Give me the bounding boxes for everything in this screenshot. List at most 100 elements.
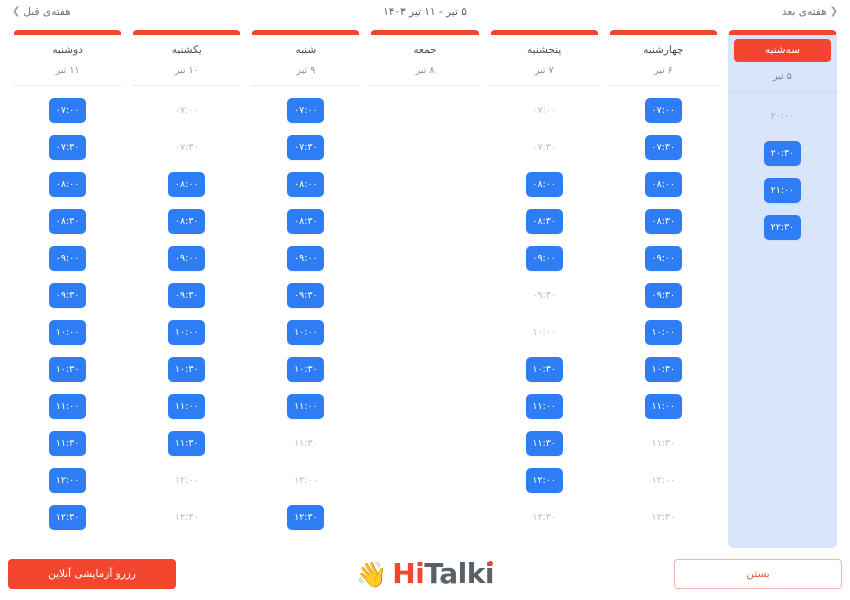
- time-slot-available[interactable]: ۱۱:۳۰: [525, 431, 563, 456]
- time-slot-available[interactable]: ۰۷:۰۰: [49, 98, 87, 123]
- day-name: پنجشنبه: [527, 44, 562, 56]
- time-slot-available[interactable]: ۰۷:۳۰: [287, 135, 325, 160]
- day-header[interactable]: سه‌شنبه ۵ تیر: [727, 35, 837, 92]
- day-name: چهارشنبه: [643, 44, 684, 56]
- time-slot-available[interactable]: ۱۱:۳۰: [49, 431, 87, 456]
- day-header[interactable]: چهارشنبه ۶ تیر: [608, 35, 718, 86]
- time-slot-available[interactable]: ۲۲:۳۰: [763, 215, 801, 240]
- time-slot-available[interactable]: ۰۷:۰۰: [644, 98, 682, 123]
- time-slot-unavailable: ۰۷:۰۰: [532, 104, 556, 116]
- week-range-title: ۵ تیر - ۱۱ تیر ۱۴۰۳: [383, 6, 467, 18]
- time-slot-available[interactable]: ۰۸:۰۰: [168, 172, 206, 197]
- close-button[interactable]: بستن: [674, 559, 842, 589]
- time-slot-available[interactable]: ۰۹:۰۰: [168, 246, 206, 271]
- day-column: جمعه ۸ تیر: [370, 30, 480, 548]
- time-slot-available[interactable]: ۱۰:۰۰: [287, 320, 325, 345]
- time-slot-available[interactable]: ۰۹:۳۰: [49, 283, 87, 308]
- time-slot-available[interactable]: ۰۹:۰۰: [49, 246, 87, 271]
- time-slot-unavailable: ۱۲:۳۰: [174, 511, 199, 523]
- time-slot-available[interactable]: ۰۸:۳۰: [525, 209, 563, 234]
- time-slot-available[interactable]: ۰۹:۳۰: [168, 283, 206, 308]
- time-slot-available[interactable]: ۱۲:۰۰: [525, 468, 563, 493]
- time-slot-available[interactable]: ۰۸:۳۰: [49, 209, 87, 234]
- time-slot-list: ۰۷:۰۰ ۰۷:۳۰ ۰۸:۰۰ ۰۸:۳۰ ۰۹:۰۰ ۰۹:۳۰ ۱۰:۰۰ ۱۰:۳۰…: [251, 86, 360, 548]
- day-name: یکشنبه: [171, 44, 202, 56]
- day-header[interactable]: پنجشنبه ۷ تیر: [489, 35, 599, 86]
- time-slot-available[interactable]: ۱۱:۰۰: [168, 394, 206, 419]
- time-slot-list: ۰۷:۰۰ ۰۷:۳۰ ۰۸:۰۰ ۰۸:۳۰ ۰۹:۰۰ ۰۹:۳۰ ۱۰:۰۰ ۱۰:۳۰…: [609, 86, 718, 548]
- time-slot-available[interactable]: ۱۲:۳۰: [287, 505, 325, 530]
- day-header[interactable]: جمعه ۸ تیر: [370, 35, 480, 86]
- day-name: شنبه: [295, 44, 317, 56]
- day-name: دوشنبه: [52, 44, 83, 56]
- time-slot-unavailable: ۱۱:۳۰: [294, 437, 318, 449]
- day-header[interactable]: دوشنبه ۱۱ تیر: [13, 35, 123, 86]
- time-slot-list: ۲۰:۰۰ ۲۰:۳۰ ۲۱:۰۰ ۲۲:۳۰: [728, 92, 837, 548]
- time-slot-unavailable: ۱۲:۳۰: [532, 511, 556, 523]
- time-slot-available[interactable]: ۰۸:۳۰: [644, 209, 682, 234]
- day-column: یکشنبه ۱۰ تیر ۰۷:۰۰ ۰۷:۳۰ ۰۸:۰۰ ۰۸:۳۰ ۰۹:۰۰ ۰۹:…: [132, 30, 242, 548]
- time-slot-available[interactable]: ۰۹:۰۰: [525, 246, 563, 271]
- day-date: ۹ تیر: [296, 65, 316, 76]
- time-slot-available[interactable]: ۲۰:۳۰: [763, 141, 801, 166]
- day-date: ۸ تیر: [415, 65, 435, 76]
- day-name: جمعه: [413, 44, 437, 56]
- book-trial-button[interactable]: رزرو آزمایشی آنلاین: [8, 559, 176, 589]
- time-slot-available[interactable]: ۱۰:۰۰: [49, 320, 87, 345]
- day-column: دوشنبه ۱۱ تیر ۰۷:۰۰ ۰۷:۳۰ ۰۸:۰۰ ۰۸:۳۰ ۰۹:۰۰ ۰۹:…: [13, 30, 123, 548]
- time-slot-available[interactable]: ۰۹:۳۰: [644, 283, 682, 308]
- day-header[interactable]: یکشنبه ۱۰ تیر: [132, 35, 242, 86]
- time-slot-unavailable: ۰۷:۰۰: [174, 104, 199, 116]
- time-slot-available[interactable]: ۰۸:۳۰: [287, 209, 325, 234]
- time-slot-available[interactable]: ۰۸:۰۰: [49, 172, 87, 197]
- time-slot-available[interactable]: ۲۱:۰۰: [763, 178, 801, 203]
- day-name: سه‌شنبه: [733, 39, 831, 62]
- next-week-button[interactable]: ❮ هفته‌ی بعد: [782, 6, 838, 18]
- time-slot-available[interactable]: ۰۸:۰۰: [525, 172, 563, 197]
- chevron-left-icon: ❯: [12, 6, 21, 17]
- time-slot-available[interactable]: ۰۸:۰۰: [287, 172, 325, 197]
- time-slot-available[interactable]: ۱۰:۳۰: [49, 357, 87, 382]
- time-slot-available[interactable]: ۱۲:۳۰: [49, 505, 87, 530]
- week-navigation-bar: ❮ هفته‌ی بعد ۵ تیر - ۱۱ تیر ۱۴۰۳ هفته‌ی …: [0, 0, 850, 24]
- day-date: ۷ تیر: [534, 65, 554, 76]
- time-slot-available[interactable]: ۱۱:۰۰: [287, 394, 325, 419]
- waving-hand-icon: 👋: [356, 559, 388, 589]
- time-slot-available[interactable]: ۱۰:۳۰: [287, 357, 325, 382]
- day-date: ۵ تیر: [772, 71, 792, 82]
- time-slot-unavailable: ۱۲:۰۰: [294, 474, 318, 486]
- time-slot-unavailable: ۰۷:۳۰: [532, 141, 556, 153]
- time-slot-available[interactable]: ۱۰:۳۰: [525, 357, 563, 382]
- time-slot-available[interactable]: ۰۸:۰۰: [644, 172, 682, 197]
- time-slot-available[interactable]: ۱۱:۳۰: [168, 431, 206, 456]
- day-column: چهارشنبه ۶ تیر ۰۷:۰۰ ۰۷:۳۰ ۰۸:۰۰ ۰۸:۳۰ ۰۹:۰۰ ۰۹…: [608, 30, 718, 548]
- time-slot-available[interactable]: ۱۱:۰۰: [49, 394, 87, 419]
- time-slot-list: ۰۷:۰۰ ۰۷:۳۰ ۰۸:۰۰ ۰۸:۳۰ ۰۹:۰۰ ۰۹:۳۰ ۱۰:۰۰ ۱۰:۳۰…: [132, 86, 241, 548]
- time-slot-unavailable: ۰۹:۳۰: [532, 289, 556, 301]
- time-slot-available[interactable]: ۱۲:۰۰: [49, 468, 87, 493]
- time-slot-list: [370, 86, 479, 548]
- time-slot-unavailable: ۱۲:۰۰: [174, 474, 199, 486]
- time-slot-available[interactable]: ۱۰:۳۰: [644, 357, 682, 382]
- footer-bar: بستن 👋 HiTalki رزرو آزمایشی آنلاین: [0, 548, 850, 600]
- prev-week-button[interactable]: هفته‌ی قبل ❯: [12, 6, 71, 18]
- hitalki-logo: 👋 HiTalki: [338, 560, 513, 588]
- time-slot-available[interactable]: ۰۹:۰۰: [287, 246, 325, 271]
- time-slot-available[interactable]: ۱۱:۰۰: [644, 394, 682, 419]
- time-slot-available[interactable]: ۱۱:۰۰: [525, 394, 563, 419]
- logo-text-talki: Talki: [424, 557, 494, 590]
- time-slot-available[interactable]: ۱۰:۳۰: [168, 357, 206, 382]
- time-slot-unavailable: ۲۰:۰۰: [770, 110, 795, 122]
- time-slot-available[interactable]: ۱۰:۰۰: [168, 320, 206, 345]
- day-date: ۱۱ تیر: [55, 65, 80, 76]
- day-date: ۱۰ تیر: [174, 65, 199, 76]
- day-header[interactable]: شنبه ۹ تیر: [251, 35, 361, 86]
- time-slot-available[interactable]: ۰۷:۳۰: [644, 135, 682, 160]
- time-slot-available[interactable]: ۰۷:۳۰: [49, 135, 87, 160]
- time-slot-available[interactable]: ۰۸:۳۰: [168, 209, 206, 234]
- time-slot-available[interactable]: ۰۷:۰۰: [287, 98, 325, 123]
- time-slot-unavailable: ۱۱:۳۰: [651, 437, 676, 449]
- time-slot-available[interactable]: ۰۹:۳۰: [287, 283, 325, 308]
- time-slot-available[interactable]: ۰۹:۰۰: [644, 246, 682, 271]
- time-slot-available[interactable]: ۱۰:۰۰: [644, 320, 682, 345]
